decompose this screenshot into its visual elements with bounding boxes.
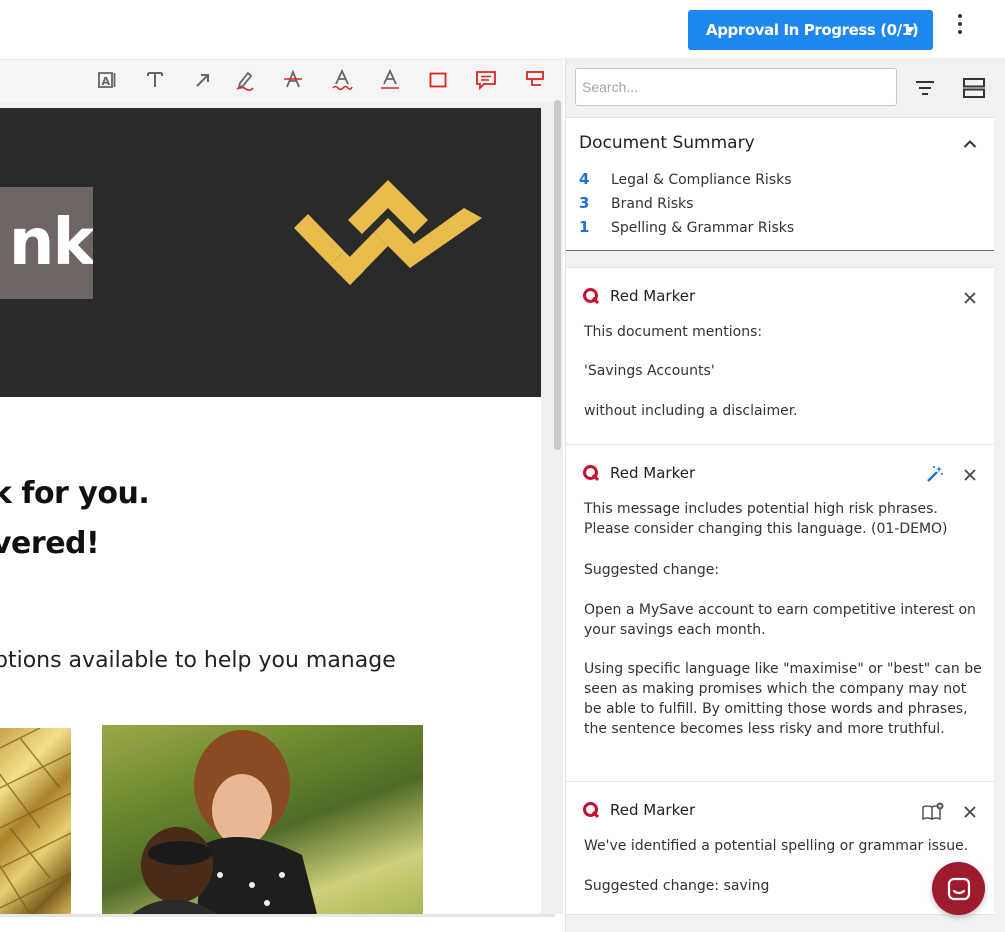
headline-line-2: vered! — [0, 526, 100, 561]
document-summary: Document Summary 4 Legal & Compliance Ris… — [566, 117, 994, 251]
close-icon[interactable] — [964, 806, 976, 818]
summary-row-spelling[interactable]: 1 Spelling & Grammar Risks — [579, 218, 794, 240]
summary-title: Document Summary — [579, 133, 755, 153]
gold-bars-image — [0, 728, 71, 914]
approval-status-button[interactable]: Approval In Progress (0/1) — [688, 10, 933, 50]
card-text: This document mentions: — [584, 324, 763, 340]
document-page: nk k for you. vered! ptions available to… — [0, 108, 541, 914]
red-marker-logo-icon — [583, 465, 599, 481]
card-text: Using specific language like "maximise" … — [584, 661, 982, 737]
annotation-toolbar: A — [0, 59, 563, 103]
view-layout-icon[interactable] — [962, 77, 986, 104]
couple-photo-image — [102, 725, 423, 914]
arrow-icon[interactable] — [190, 67, 216, 93]
card-title: Red Marker — [610, 464, 696, 482]
card-text: without including a disclaimer. — [584, 403, 798, 419]
close-icon[interactable] — [964, 469, 976, 481]
dictionary-add-icon[interactable] — [921, 802, 945, 822]
brand-wordmark: nk — [0, 187, 93, 299]
approval-status-label: Approval In Progress (0/1) — [706, 21, 919, 39]
card-title: Red Marker — [610, 801, 696, 819]
body-text: ptions available to help you manage — [0, 648, 396, 673]
card-text: Open a MySave account to earn competitiv… — [584, 602, 976, 638]
text-icon[interactable] — [142, 67, 168, 93]
card-text: 'Savings Accounts' — [584, 363, 715, 379]
callout-icon[interactable] — [522, 67, 548, 93]
card-text: This message includes potential high ris… — [584, 501, 948, 537]
chevron-down-icon — [905, 27, 915, 33]
red-marker-logo-icon — [583, 802, 599, 818]
chat-launcher-button[interactable] — [932, 862, 985, 915]
card-text: We've identified a potential spelling or… — [584, 838, 969, 854]
hero-banner: nk — [0, 108, 541, 397]
text-box-icon[interactable]: A — [94, 67, 120, 93]
red-marker-logo-icon — [583, 288, 599, 304]
risk-card[interactable]: Red Marker This document mentions: 'Savi… — [566, 267, 994, 445]
comment-icon[interactable] — [473, 67, 499, 93]
rectangle-icon[interactable] — [425, 67, 451, 93]
underline-icon[interactable] — [377, 67, 403, 93]
risk-card[interactable]: Red Marker We've identified a potential … — [566, 781, 994, 915]
filter-icon[interactable] — [914, 78, 936, 103]
document-viewer[interactable]: nk k for you. vered! ptions available to… — [0, 102, 563, 914]
close-icon[interactable] — [964, 292, 976, 304]
strikethrough-icon[interactable] — [280, 67, 306, 93]
chevron-up-icon[interactable] — [963, 136, 977, 154]
summary-row-brand[interactable]: 3 Brand Risks — [579, 194, 693, 216]
headline-line-1: k for you. — [0, 476, 150, 511]
horizontal-scrollbar[interactable] — [0, 914, 563, 932]
svg-text:A: A — [102, 75, 111, 88]
summary-row-legal[interactable]: 4 Legal & Compliance Risks — [579, 170, 792, 192]
card-title: Red Marker — [610, 287, 696, 305]
search-input[interactable] — [575, 68, 897, 106]
magic-wand-icon[interactable] — [926, 465, 944, 483]
scrollbar-thumb[interactable] — [554, 100, 561, 450]
squiggly-underline-icon[interactable] — [329, 67, 355, 93]
risk-card[interactable]: Red Marker This message includes potenti… — [566, 444, 994, 782]
brand-logo-icon — [294, 180, 482, 285]
card-text: Suggested change: saving — [584, 878, 770, 894]
more-options-icon[interactable] — [952, 12, 968, 38]
card-text: Suggested change: — [584, 562, 720, 578]
chat-icon — [947, 877, 970, 900]
highlight-pen-icon[interactable] — [232, 67, 258, 93]
